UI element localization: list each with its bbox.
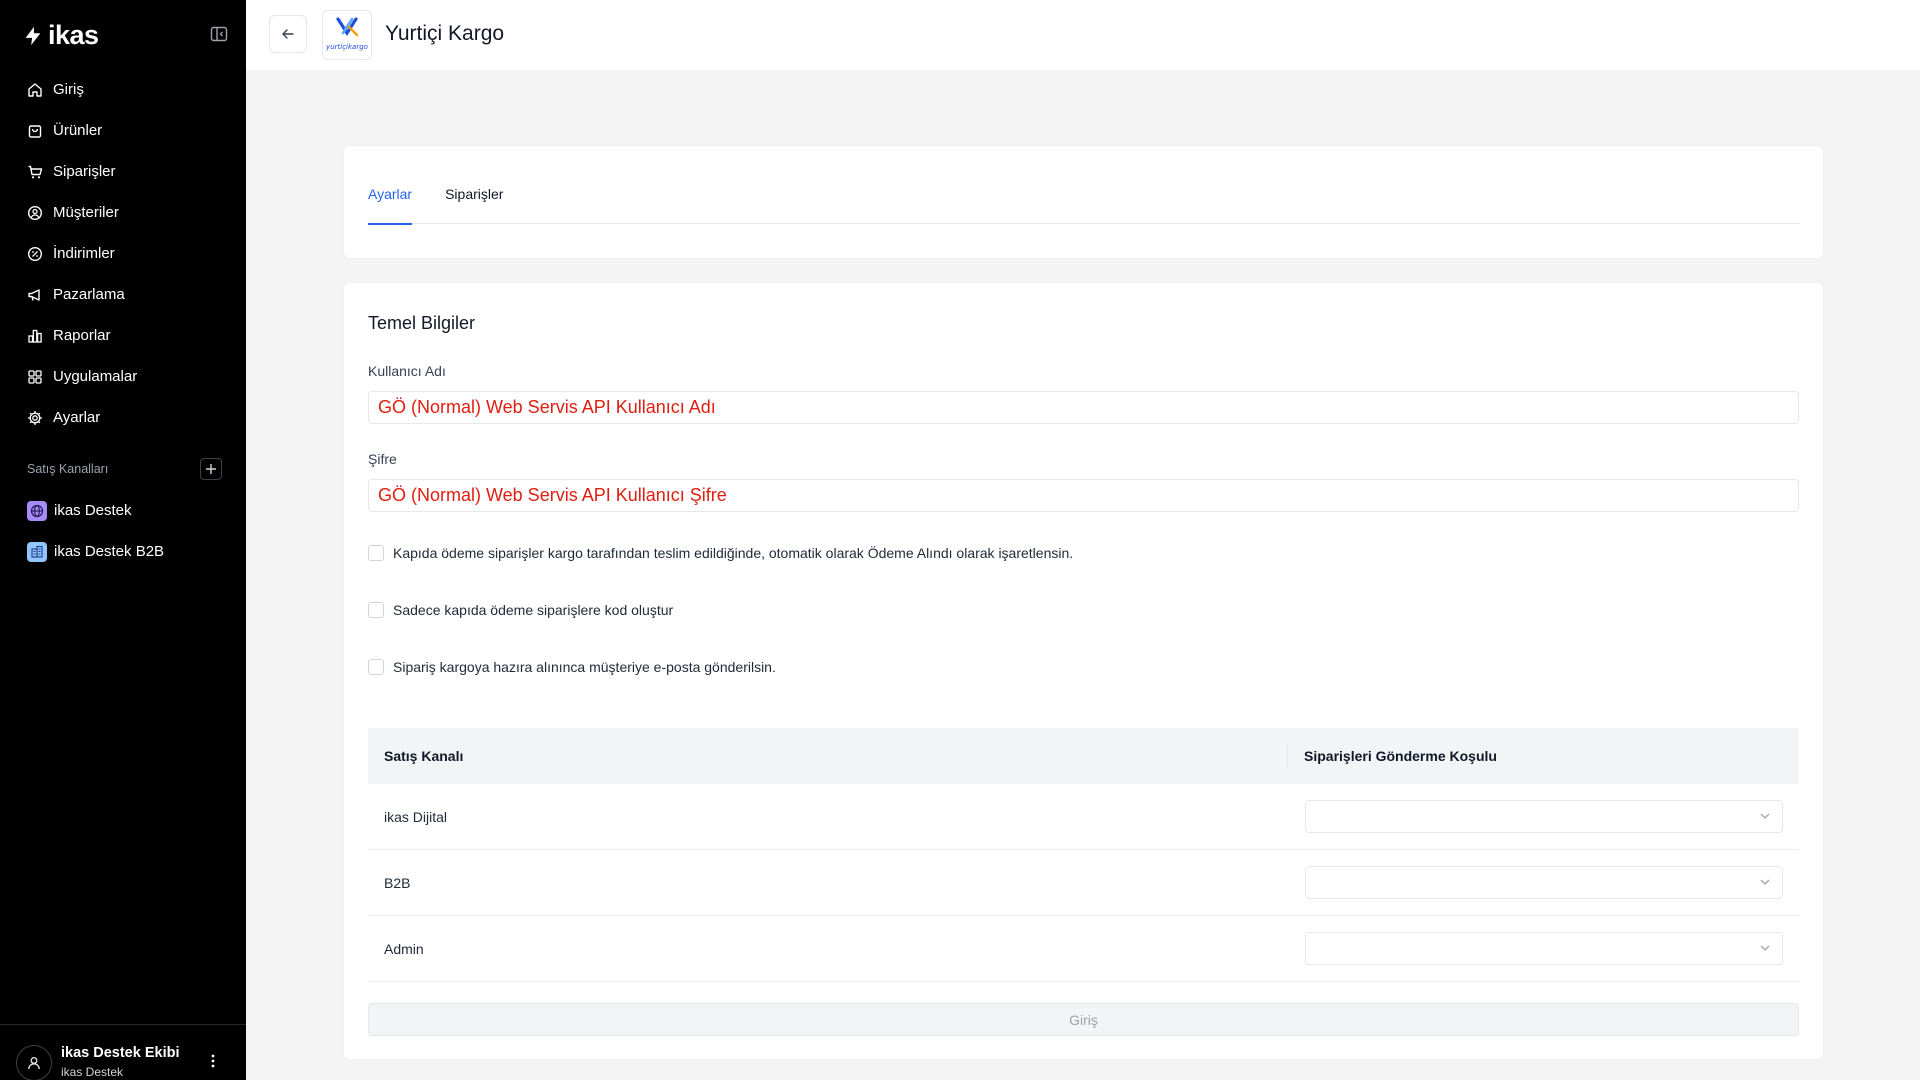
back-button[interactable]: [269, 15, 307, 53]
chevron-down-icon: [1760, 879, 1770, 885]
gear-icon: [27, 410, 43, 425]
sidebar-item-ayarlar[interactable]: Ayarlar: [0, 397, 246, 438]
page-title: Yurtiçi Kargo: [385, 22, 505, 45]
channel-conditions-table: Satış Kanalı Siparişleri Gönderme Koşulu…: [368, 728, 1799, 982]
sidebar-item-label: Pazarlama: [53, 286, 125, 303]
discount-icon: [27, 246, 43, 261]
sidebar-item-label: Siparişler: [53, 163, 116, 180]
email-notify-option: Sipariş kargoya hazıra alınınca müşteriy…: [368, 659, 776, 675]
carrier-logo: yurtiçikargo: [322, 10, 372, 60]
table-row: ikas Dijital: [368, 784, 1799, 850]
table-row: B2B: [368, 850, 1799, 916]
home-icon: [28, 82, 42, 97]
password-label: Şifre: [368, 451, 397, 467]
tabs-card: Ayarlar Siparişler: [344, 146, 1823, 258]
sidebar-item-uygulamalar[interactable]: Uygulamalar: [0, 356, 246, 397]
cart-icon: [28, 165, 43, 178]
basic-info-card: Temel Bilgiler Kullanıcı Adı GÖ (Normal)…: [344, 283, 1823, 1059]
channel-label: ikas Destek: [54, 502, 132, 519]
sidebar-item-label: Giriş: [53, 81, 84, 98]
sidebar-item-label: İndirimler: [53, 245, 115, 262]
sidebar-item-label: Ürünler: [53, 122, 103, 139]
plus-icon: [206, 464, 216, 474]
username-field[interactable]: GÖ (Normal) Web Servis API Kullanıcı Adı: [368, 391, 1799, 424]
condition-select[interactable]: [1305, 866, 1783, 899]
more-options-icon[interactable]: [204, 1050, 222, 1072]
password-field[interactable]: GÖ (Normal) Web Servis API Kullanıcı Şif…: [368, 479, 1799, 512]
arrow-left-icon: [282, 29, 294, 39]
checkbox-label: Sipariş kargoya hazıra alınınca müşteriy…: [393, 659, 776, 675]
sidebar: ikas Giriş Ürünler Siparişler Müşteriler…: [0, 0, 246, 1080]
checkbox-label: Sadece kapıda ödeme siparişlere kod oluş…: [393, 602, 674, 618]
avatar: [16, 1045, 52, 1080]
login-button[interactable]: Giriş: [368, 1003, 1799, 1036]
username-label: Kullanıcı Adı: [368, 363, 446, 379]
sidebar-item-label: Ayarlar: [53, 409, 101, 426]
sidebar-item-urunler[interactable]: Ürünler: [0, 110, 246, 151]
sidebar-item-musteriler[interactable]: Müşteriler: [0, 192, 246, 233]
checkbox-label: Kapıda ödeme siparişler kargo tarafından…: [393, 545, 1074, 561]
sidebar-item-indirimler[interactable]: İndirimler: [0, 233, 246, 274]
user-profile[interactable]: ikas Destek Ekibi ikas Destek: [0, 1024, 246, 1080]
column-header-channel: Satış Kanalı: [368, 744, 1288, 768]
sidebar-item-label: Raporlar: [53, 327, 111, 344]
channel-name: B2B: [384, 874, 411, 891]
brand-logo[interactable]: ikas: [22, 20, 99, 51]
sales-channels-header: Satış Kanalları: [27, 458, 222, 480]
table-row: Admin: [368, 916, 1799, 982]
globe-icon: [27, 500, 47, 521]
cod-auto-paid-checkbox[interactable]: [368, 545, 384, 561]
cod-auto-paid-option: Kapıda ödeme siparişler kargo tarafından…: [368, 545, 1073, 561]
condition-select[interactable]: [1305, 800, 1783, 833]
sales-channels-list: ikas Destek ikas Destek B2B: [27, 490, 164, 572]
logo-text: yurtiçikargo: [325, 43, 368, 51]
section-title: Temel Bilgiler: [368, 313, 476, 333]
sidebar-collapse-icon[interactable]: [210, 25, 228, 43]
sidebar-item-pazarlama[interactable]: Pazarlama: [0, 274, 246, 315]
sales-channels-label: Satış Kanalları: [27, 462, 109, 476]
user-circle-icon: [27, 205, 43, 220]
channel-name: Admin: [384, 940, 424, 957]
cod-only-code-checkbox[interactable]: [368, 602, 384, 618]
add-channel-button[interactable]: [200, 458, 222, 480]
sidebar-item-label: Uygulamalar: [53, 368, 138, 385]
tab-bar: Ayarlar Siparişler: [368, 186, 1799, 225]
grid-icon: [28, 369, 42, 384]
channel-label: ikas Destek B2B: [54, 543, 165, 560]
chevron-down-icon: [1760, 945, 1770, 951]
megaphone-icon: [28, 288, 40, 301]
tab-ayarlar[interactable]: Ayarlar: [368, 186, 413, 225]
table-header: Satış Kanalı Siparişleri Gönderme Koşulu: [368, 728, 1799, 784]
sidebar-nav: Giriş Ürünler Siparişler Müşteriler İndi…: [0, 69, 246, 438]
sidebar-item-raporlar[interactable]: Raporlar: [0, 315, 246, 356]
bolt-icon: [25, 26, 41, 45]
column-header-condition: Siparişleri Gönderme Koşulu: [1304, 748, 1497, 764]
chevron-down-icon: [1760, 813, 1770, 819]
cod-only-code-option: Sadece kapıda ödeme siparişlere kod oluş…: [368, 602, 673, 618]
chart-icon: [28, 329, 42, 343]
channel-ikas-destek[interactable]: ikas Destek: [27, 490, 164, 531]
sidebar-item-label: Müşteriler: [53, 204, 119, 221]
channel-ikas-destek-b2b[interactable]: ikas Destek B2B: [27, 531, 164, 572]
sidebar-item-siparisler[interactable]: Siparişler: [0, 151, 246, 192]
tab-siparisler[interactable]: Siparişler: [445, 186, 503, 224]
channel-name: ikas Dijital: [384, 808, 448, 825]
email-notify-checkbox[interactable]: [368, 659, 384, 675]
page-header: yurtiçikargo Yurtiçi Kargo: [246, 0, 1920, 70]
user-org: ikas Destek: [61, 1065, 124, 1079]
bag-icon: [28, 124, 42, 138]
user-icon: [28, 1057, 40, 1070]
sidebar-item-giris[interactable]: Giriş: [0, 69, 246, 110]
brand-name: ikas: [48, 20, 99, 50]
building-icon: [27, 541, 47, 562]
condition-select[interactable]: [1305, 932, 1783, 965]
user-name: ikas Destek Ekibi: [61, 1045, 180, 1061]
